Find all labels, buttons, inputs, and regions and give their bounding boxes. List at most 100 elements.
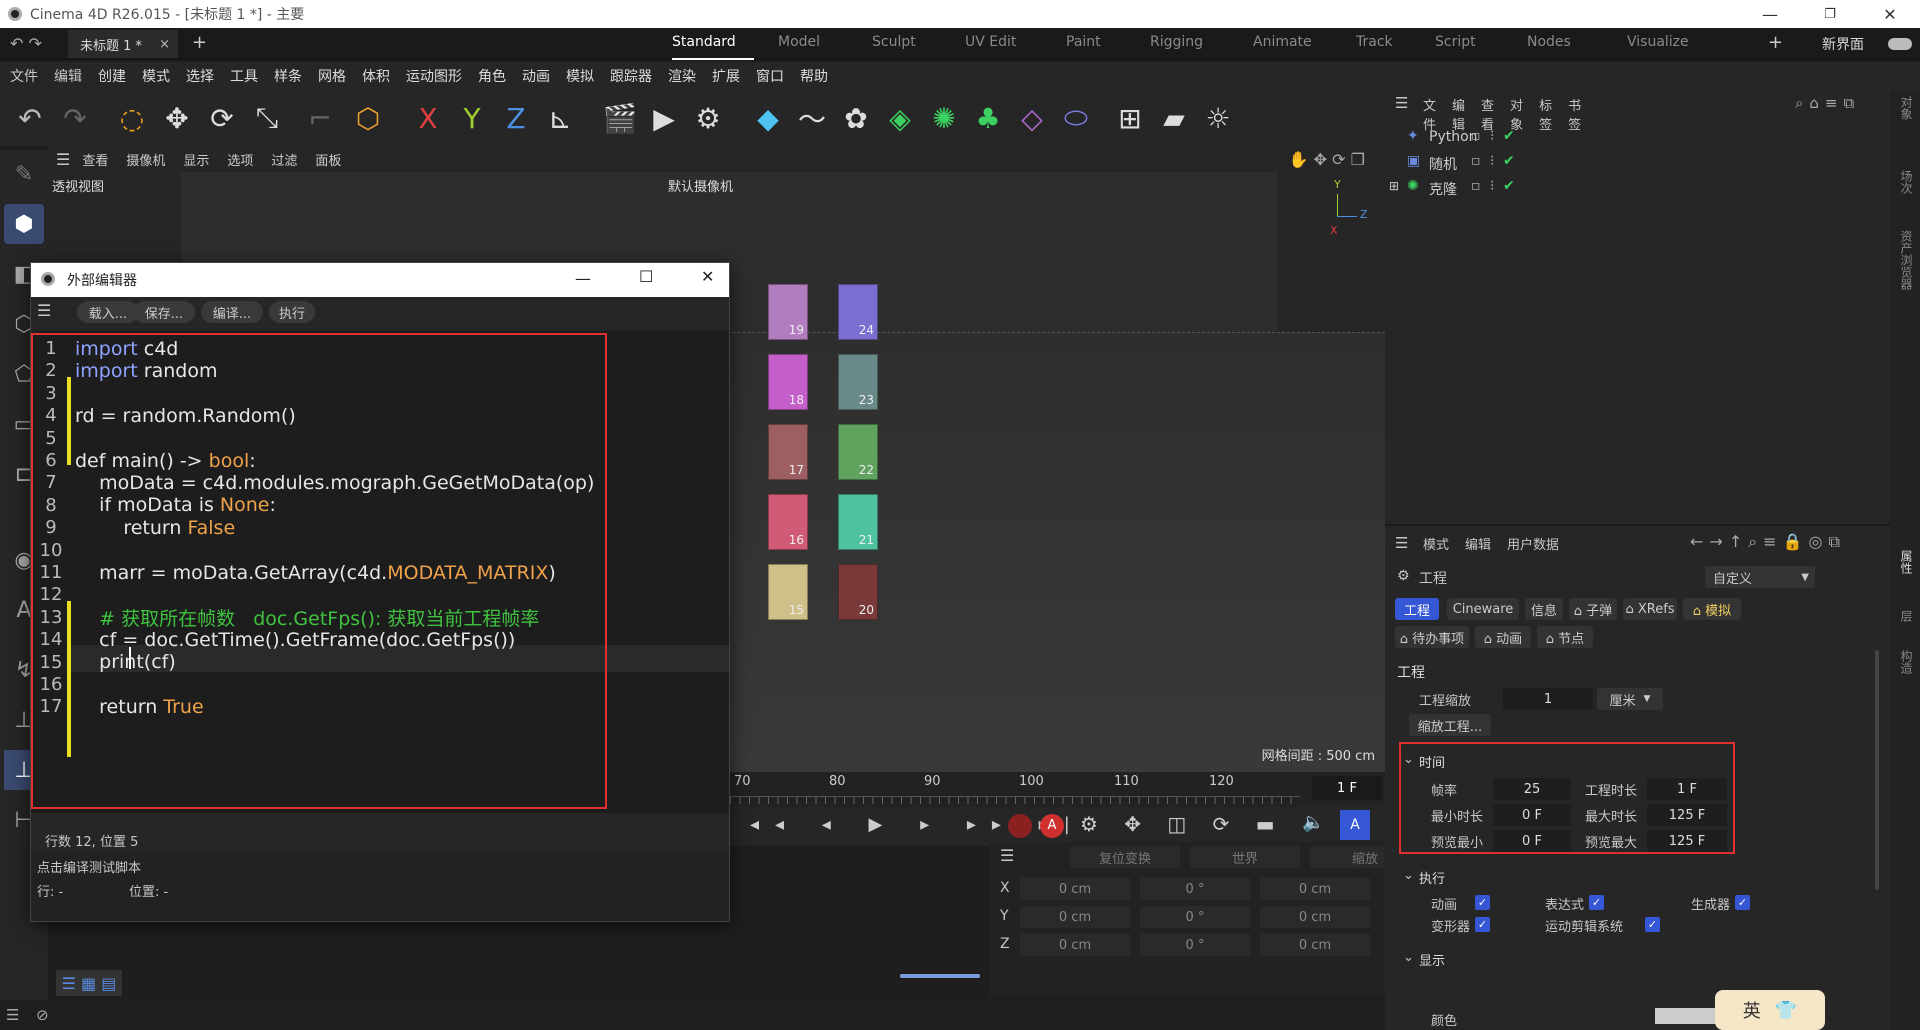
coordinate-system-icon[interactable]: ⊾ — [540, 98, 580, 138]
attr-tab-0[interactable]: 工程 — [1395, 598, 1439, 620]
coord-rotation-field[interactable]: 0 ° — [1140, 878, 1250, 900]
menu-item[interactable]: 动画 — [522, 66, 550, 86]
snap-icon[interactable]: ⌐ — [300, 98, 340, 138]
floor-icon[interactable]: ⊞ — [1110, 98, 1150, 138]
scale-icon[interactable]: ⤡ — [247, 98, 287, 138]
project-scale-field[interactable]: 1 — [1503, 688, 1593, 710]
zoom-slider[interactable] — [900, 974, 980, 978]
minimize-button[interactable]: — — [1740, 0, 1800, 28]
restore-button[interactable]: ❐ — [1800, 0, 1860, 28]
menu-item[interactable]: 文件 — [10, 66, 38, 86]
side-tab[interactable]: 场次 — [1898, 170, 1915, 194]
clone-cube[interactable]: 16 — [768, 494, 808, 550]
rotate-icon[interactable]: ⟳ — [202, 98, 242, 138]
objects-hamburger-icon[interactable]: ☰ — [1395, 94, 1408, 112]
attr-tab-1[interactable]: Cineware — [1447, 598, 1519, 620]
volume-icon[interactable]: ♣ — [968, 98, 1008, 138]
layout-tab-paint[interactable]: Paint — [1066, 34, 1101, 50]
viewport-menu-item[interactable]: 查看 — [82, 150, 108, 169]
subdivision-icon[interactable]: ✿ — [836, 98, 876, 138]
editor-button-0[interactable]: 载入... — [77, 301, 139, 323]
viewport-menu-item[interactable]: 过滤 — [271, 150, 297, 169]
layout-tab-animate[interactable]: Animate — [1253, 34, 1312, 50]
light-icon[interactable]: ☼ — [1198, 98, 1238, 138]
layout-tab-visualize[interactable]: Visualize — [1627, 34, 1689, 50]
viewport-menu-item[interactable]: 摄像机 — [126, 150, 165, 169]
render-settings-icon[interactable]: ⚙ — [688, 98, 728, 138]
menu-item[interactable]: 跟踪器 — [610, 66, 652, 86]
enabled-check-icon[interactable]: ✔ — [1503, 128, 1515, 144]
exec-checkbox[interactable]: ✓ — [1735, 895, 1750, 910]
new-ui-toggle[interactable] — [1888, 38, 1912, 50]
object-mode-icon[interactable]: ⬡ — [348, 98, 388, 138]
editor-button-2[interactable]: 编译... — [201, 301, 263, 323]
extrude-icon[interactable]: ◈ — [880, 98, 920, 138]
expand-icon[interactable]: ⊞ — [1389, 179, 1399, 193]
menu-item[interactable]: 扩展 — [712, 66, 740, 86]
attr-tab-2[interactable]: 信息 — [1525, 598, 1563, 620]
render-picture-viewer-icon[interactable]: ▶ — [644, 98, 684, 138]
document-close-icon[interactable]: × — [159, 37, 170, 52]
menu-item[interactable]: 渲染 — [668, 66, 696, 86]
visibility-dots-icon[interactable]: ⁝ — [1490, 153, 1494, 169]
editor-maximize-icon[interactable]: ☐ — [639, 267, 653, 286]
clone-cube[interactable]: 19 — [768, 284, 808, 340]
camera-icon[interactable]: ▰ — [1154, 98, 1194, 138]
current-frame-field[interactable]: 1 F — [1312, 776, 1382, 800]
ime-indicator[interactable]: 英 👕 — [1715, 990, 1825, 1030]
coord-rotation-field[interactable]: 0 ° — [1140, 934, 1250, 956]
side-tab[interactable]: 对象 — [1898, 96, 1915, 120]
coords-hamburger-icon[interactable]: ☰ — [1000, 846, 1014, 865]
autokey-icon[interactable]: A — [1040, 814, 1064, 838]
side-tab[interactable]: 属性 — [1898, 550, 1915, 574]
editor-button-1[interactable]: 保存... — [133, 301, 195, 323]
spline-pen-icon[interactable]: 〜 — [792, 98, 832, 138]
coord-position-field[interactable]: 0 cm — [1020, 906, 1130, 928]
menu-item[interactable]: 模式 — [142, 66, 170, 86]
layout-tab-standard[interactable]: Standard — [672, 34, 736, 50]
key-tools-icons[interactable]: ⚙ ✥ ◫ ⟳ ▬ — [1080, 812, 1285, 836]
attributes-nav-icons[interactable]: ←→↑⌕≡🔒◎⧉ — [1690, 532, 1846, 552]
scale-project-button[interactable]: 缩放工程... — [1409, 714, 1491, 736]
attributes-menu-item[interactable]: 用户数据 — [1507, 534, 1559, 553]
deformer-icon[interactable]: ◇ — [1012, 98, 1052, 138]
preset-dropdown[interactable]: 自定义 ▼ — [1705, 566, 1815, 588]
live-selection-icon[interactable]: ◌ — [112, 98, 152, 138]
add-layout-button[interactable]: + — [1768, 32, 1783, 53]
enabled-check-icon[interactable]: ✔ — [1503, 178, 1515, 194]
exec-collapse-icon[interactable]: ⌄ — [1403, 868, 1414, 883]
visibility-dots-icon[interactable]: ⁝ — [1490, 128, 1494, 144]
viewport-hamburger-icon[interactable]: ☰ — [56, 150, 70, 169]
exec-checkbox[interactable]: ✓ — [1475, 917, 1490, 932]
attributes-menu-item[interactable]: 模式 — [1423, 534, 1449, 553]
menu-item[interactable]: 角色 — [478, 66, 506, 86]
layer-icon[interactable]: ▫ — [1471, 153, 1481, 169]
render-view-icon[interactable]: 🎬 — [600, 98, 640, 138]
side-tab[interactable]: 资产浏览器 — [1898, 230, 1915, 290]
attr-tab-4[interactable]: ⌂ XRefs — [1623, 598, 1677, 620]
coord-position-field[interactable]: 0 cm — [1020, 934, 1130, 956]
cube-icon[interactable]: ◆ — [748, 98, 788, 138]
coord-scale-field[interactable]: 0 cm — [1260, 878, 1370, 900]
move-icon[interactable]: ✥ — [157, 98, 197, 138]
coord-rotation-field[interactable]: 0 ° — [1140, 906, 1250, 928]
exec-checkbox[interactable]: ✓ — [1589, 895, 1604, 910]
undo-icon[interactable]: ↶ — [10, 98, 50, 138]
clone-cube[interactable]: 18 — [768, 354, 808, 410]
layout-tab-nodes[interactable]: Nodes — [1527, 34, 1571, 50]
record-icon[interactable] — [1008, 814, 1032, 838]
status-hamburger-icon[interactable]: ☰ — [6, 1006, 19, 1024]
undo-history-icon[interactable]: ↶ ↷ — [10, 34, 42, 53]
axis-z-icon[interactable]: Z — [496, 98, 536, 138]
coords-header-1[interactable]: 世界 — [1190, 846, 1300, 868]
objects-toolbar-icons[interactable]: ⌕⌂≡⧉ — [1795, 94, 1860, 112]
viewport-menu-item[interactable]: 面板 — [315, 150, 341, 169]
close-button[interactable]: ✕ — [1860, 0, 1920, 28]
coord-position-field[interactable]: 0 cm — [1020, 878, 1130, 900]
menu-item[interactable]: 样条 — [274, 66, 302, 86]
sound-icon[interactable]: 🔈 — [1302, 812, 1324, 833]
menu-item[interactable]: 创建 — [98, 66, 126, 86]
menu-item[interactable]: 模拟 — [566, 66, 594, 86]
layout-tab-track[interactable]: Track — [1356, 34, 1393, 50]
clone-cube[interactable]: 15 — [768, 564, 808, 620]
